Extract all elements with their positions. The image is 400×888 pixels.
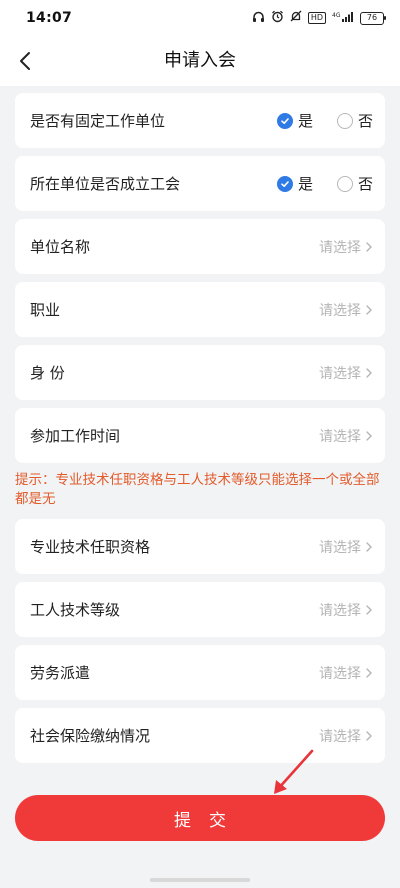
row-label: 劳务派遣 — [30, 664, 91, 682]
chevron-right-icon — [366, 367, 372, 378]
professional-qualification-row[interactable]: 专业技术任职资格 请选择 — [15, 519, 385, 574]
select-placeholder: 请选择 — [319, 365, 361, 382]
mute-bell-icon — [290, 10, 302, 26]
row-label: 专业技术任职资格 — [30, 538, 151, 556]
worker-skill-level-select[interactable]: 请选择 — [319, 600, 373, 620]
select-placeholder: 请选择 — [319, 665, 361, 682]
identity-select[interactable]: 请选择 — [319, 363, 373, 383]
row-label: 职业 — [30, 301, 61, 319]
union-established-row: 所在单位是否成立工会 是 否 — [15, 156, 385, 211]
select-placeholder: 请选择 — [319, 428, 361, 445]
professional-qualification-select[interactable]: 请选择 — [319, 537, 373, 557]
employer-name-row[interactable]: 单位名称 请选择 — [15, 219, 385, 274]
annotation-arrow-icon — [274, 749, 314, 794]
radio-no[interactable]: 否 — [336, 173, 373, 194]
chevron-right-icon — [366, 604, 372, 615]
headphones-icon — [252, 11, 265, 26]
work-start-date-row[interactable]: 参加工作时间 请选择 — [15, 408, 385, 463]
status-icons: HD 4G 76 — [252, 10, 386, 26]
fixed-employer-row: 是否有固定工作单位 是 否 — [15, 93, 385, 148]
occupation-row[interactable]: 职业 请选择 — [15, 282, 385, 337]
hd-badge: HD — [307, 12, 326, 24]
unchecked-radio-icon — [336, 112, 353, 129]
nav-bar: 申请入会 — [0, 36, 400, 86]
radio-yes[interactable]: 是 — [276, 173, 313, 194]
home-indicator — [150, 878, 250, 882]
row-label: 工人技术等级 — [30, 601, 121, 619]
labor-dispatch-select[interactable]: 请选择 — [319, 663, 373, 683]
occupation-select[interactable]: 请选择 — [319, 300, 373, 320]
chevron-right-icon — [366, 304, 372, 315]
radio-yes-label: 是 — [297, 175, 313, 193]
checked-radio-icon — [276, 112, 293, 129]
row-label: 单位名称 — [30, 238, 91, 256]
chevron-right-icon — [366, 667, 372, 678]
alarm-icon — [271, 10, 284, 26]
select-placeholder: 请选择 — [319, 602, 361, 619]
row-label: 参加工作时间 — [30, 427, 121, 445]
status-time: 14:07 — [26, 10, 73, 26]
radio-yes-label: 是 — [297, 112, 313, 130]
select-placeholder: 请选择 — [319, 239, 361, 256]
chevron-right-icon — [366, 541, 372, 552]
chevron-right-icon — [366, 730, 372, 741]
radio-group: 是 否 — [276, 110, 373, 131]
radio-yes[interactable]: 是 — [276, 110, 313, 131]
select-placeholder: 请选择 — [319, 728, 361, 745]
signal-icon: 4G — [332, 11, 354, 26]
chevron-right-icon — [366, 241, 372, 252]
row-label: 社会保险缴纳情况 — [30, 727, 151, 745]
social-insurance-row[interactable]: 社会保险缴纳情况 请选择 — [15, 708, 385, 763]
select-placeholder: 请选择 — [319, 539, 361, 556]
select-placeholder: 请选择 — [319, 302, 361, 319]
chevron-right-icon — [366, 430, 372, 441]
social-insurance-select[interactable]: 请选择 — [319, 726, 373, 746]
radio-no-label: 否 — [357, 112, 373, 130]
radio-group: 是 否 — [276, 173, 373, 194]
worker-skill-level-row[interactable]: 工人技术等级 请选择 — [15, 582, 385, 637]
submit-button[interactable]: 提交 — [15, 795, 385, 841]
identity-row[interactable]: 身 份 请选择 — [15, 345, 385, 400]
labor-dispatch-row[interactable]: 劳务派遣 请选择 — [15, 645, 385, 700]
qualification-hint: 提示：专业技术任职资格与工人技术等级只能选择一个或全部都是无 — [15, 472, 380, 507]
submit-label: 提交 — [174, 810, 244, 831]
row-label: 是否有固定工作单位 — [30, 112, 166, 130]
radio-no[interactable]: 否 — [336, 110, 373, 131]
battery-indicator: 76 — [360, 11, 386, 25]
svg-text:4G: 4G — [332, 12, 341, 19]
page-title: 申请入会 — [164, 50, 236, 71]
employer-name-select[interactable]: 请选择 — [319, 237, 373, 257]
checked-radio-icon — [276, 175, 293, 192]
status-bar: 14:07 HD 4G 76 — [0, 0, 400, 36]
radio-no-label: 否 — [357, 175, 373, 193]
row-label: 所在单位是否成立工会 — [30, 175, 181, 193]
unchecked-radio-icon — [336, 175, 353, 192]
row-label: 身 份 — [30, 364, 65, 382]
work-start-date-select[interactable]: 请选择 — [319, 426, 373, 446]
